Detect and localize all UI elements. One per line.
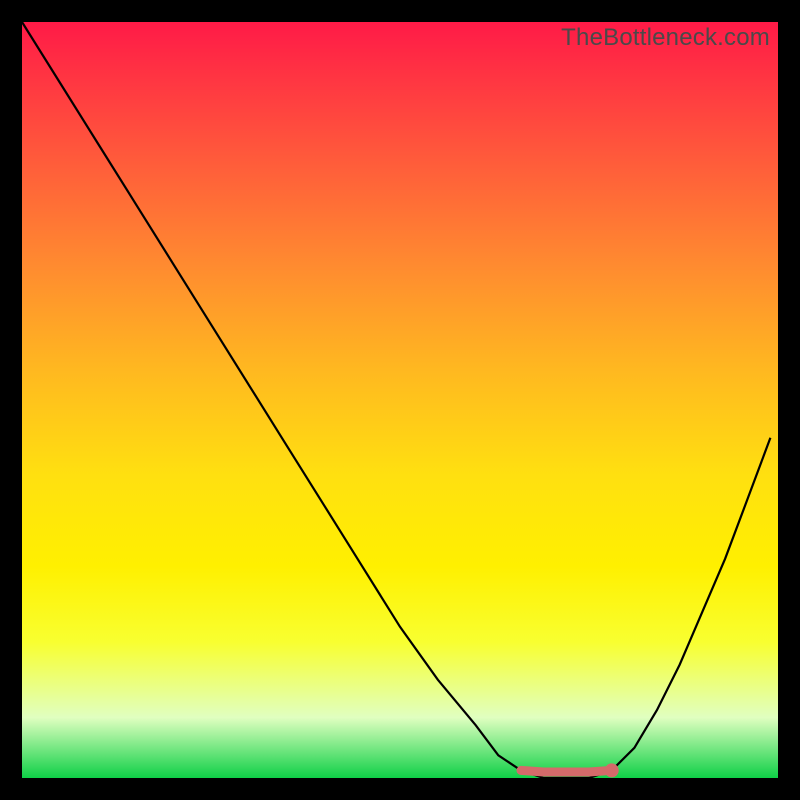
gradient-background [22, 22, 778, 778]
plot-frame: TheBottleneck.com [22, 22, 778, 778]
